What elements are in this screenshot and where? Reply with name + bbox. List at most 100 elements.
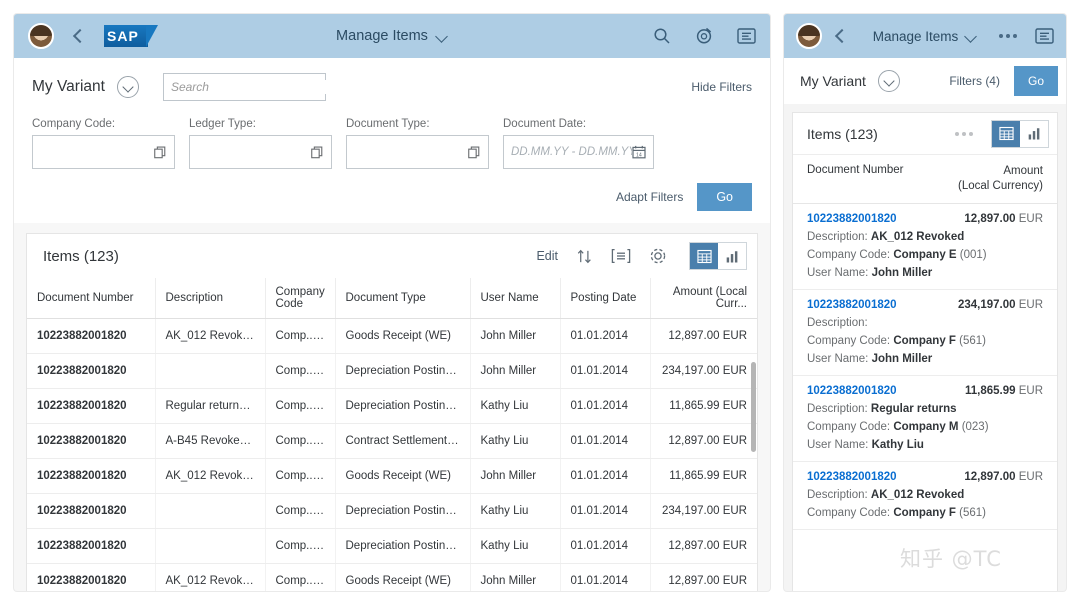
description-value: AK_012 Revoked — [870, 230, 965, 243]
search-field[interactable] — [162, 73, 328, 101]
cell-document-number[interactable]: 10223882001820 — [27, 353, 156, 389]
settings-gear-icon[interactable] — [649, 247, 667, 265]
table-row[interactable]: 10223882001820 Comp... (561) Depreciatio… — [27, 353, 757, 389]
description-value: Regular returns — [870, 402, 957, 415]
chevron-down-icon[interactable] — [966, 31, 977, 42]
avatar[interactable] — [28, 23, 54, 49]
value-help-icon[interactable] — [311, 146, 324, 159]
list-item-document-number[interactable]: 10223882001820 — [807, 299, 897, 311]
mobile-list-title: Items (123) — [807, 125, 878, 142]
list-item[interactable]: 10223882001820 12,897.00 EUR Description… — [793, 204, 1057, 290]
column-header-description[interactable]: Description — [155, 278, 266, 319]
company-code-input[interactable] — [32, 135, 175, 169]
list-item[interactable]: 10223882001820 11,865.99 EUR Description… — [793, 376, 1057, 462]
cell-document-number[interactable]: 10223882001820 — [27, 388, 156, 424]
chevron-down-icon[interactable] — [437, 31, 448, 42]
table-row[interactable]: 10223882001820 AK_012 Revoked Comp... (0… — [27, 458, 757, 494]
cell-document-number[interactable]: 10223882001820 — [27, 423, 156, 459]
chart-view-icon[interactable] — [1020, 120, 1048, 147]
column-header-document-type[interactable]: Document Type — [335, 278, 471, 319]
mobile-filters-link[interactable]: Filters (4) — [949, 74, 1000, 88]
list-item[interactable]: 10223882001820 12,897.00 EUR Description… — [793, 462, 1057, 530]
sort-icon[interactable] — [576, 248, 593, 265]
table-toolbar: Items (123) Edit — [27, 234, 757, 278]
overflow-list-icon[interactable] — [737, 28, 756, 44]
overflow-list-icon[interactable] — [1035, 28, 1054, 44]
variant-chevron-down-icon[interactable] — [116, 76, 139, 98]
overflow-dots-icon[interactable] — [999, 34, 1017, 38]
search-input[interactable] — [170, 80, 328, 94]
document-date-input[interactable]: DD.MM.YY - DD.MM.YY 14 — [503, 135, 654, 169]
column-header-document-number[interactable]: Document Number — [27, 278, 156, 319]
cell-document-number[interactable]: 10223882001820 — [27, 318, 156, 354]
cell-document-number[interactable]: 10223882001820 — [27, 528, 156, 564]
mobile-variant-label[interactable]: My Variant — [800, 73, 866, 89]
shell-title[interactable]: Manage Items — [336, 28, 428, 44]
value-help-icon[interactable] — [154, 146, 167, 159]
table-row[interactable]: 10223882001820 AK_012 Revoked Comp... (0… — [27, 563, 757, 591]
input-placeholder: DD.MM.YY - DD.MM.YY — [511, 146, 632, 158]
filter-bar-actions: Adapt Filters Go — [32, 169, 752, 223]
column-header-posting-date[interactable]: Posting Date — [560, 278, 651, 319]
chart-view-icon[interactable] — [718, 243, 746, 269]
overflow-dots-icon[interactable] — [955, 131, 973, 136]
filter-bar-top-row: My Variant Hide Filters — [32, 68, 752, 106]
value-help-icon[interactable] — [468, 146, 481, 159]
back-navigation-icon[interactable] — [832, 28, 848, 44]
group-icon[interactable] — [611, 248, 631, 264]
cell-posting-date: 01.01.2014 — [560, 493, 651, 529]
adapt-filters-link[interactable]: Adapt Filters — [616, 190, 683, 204]
list-item-document-number[interactable]: 10223882001820 — [807, 471, 897, 483]
cell-description — [155, 528, 266, 564]
list-item-description: Description: AK_012 Revoked — [807, 489, 1043, 501]
list-item-amount: 12,897.00 EUR — [964, 213, 1043, 225]
cell-document-type: Depreciation Posting ... — [335, 493, 471, 529]
search-icon[interactable] — [653, 27, 671, 45]
table-row[interactable]: 10223882001820 Comp... (561) Depreciatio… — [27, 493, 757, 529]
cell-document-number[interactable]: 10223882001820 — [27, 493, 156, 529]
column-header-user-name[interactable]: User Name — [470, 278, 561, 319]
calendar-icon[interactable]: 14 — [632, 145, 646, 159]
table-view-icon[interactable] — [992, 120, 1020, 147]
table-row[interactable]: 10223882001820 Comp... (001) Depreciatio… — [27, 528, 757, 564]
sap-logo[interactable]: SAP — [104, 25, 158, 47]
target-group-icon[interactable] — [695, 27, 713, 45]
company-code-value: Company F — [893, 506, 956, 519]
list-item-user-name: User Name: John Miller — [807, 353, 1043, 365]
table-row[interactable]: 10223882001820 AK_012 Revoked Comp... (0… — [27, 318, 757, 354]
document-type-input[interactable] — [346, 135, 489, 169]
filter-field-document-date: Document Date: DD.MM.YY - DD.MM.YY 14 — [503, 118, 654, 169]
description-label: Description: — [807, 488, 868, 501]
column-header-company-code[interactable]: Company Code — [265, 278, 336, 319]
cell-document-type: Goods Receipt (WE) — [335, 563, 471, 591]
go-button[interactable]: Go — [697, 183, 752, 211]
cell-company-code: Comp... (561) — [265, 493, 336, 529]
mobile-go-button[interactable]: Go — [1013, 66, 1058, 96]
company-code-label: Company Code: — [807, 334, 891, 347]
table-row[interactable]: 10223882001820 Regular returns ... Comp.… — [27, 388, 757, 424]
hide-filters-link[interactable]: Hide Filters — [691, 80, 752, 94]
cell-document-number[interactable]: 10223882001820 — [27, 458, 156, 494]
table-vertical-scrollbar[interactable] — [751, 362, 756, 452]
column-header-amount[interactable]: Amount (Local Curr... — [650, 278, 757, 319]
edit-button[interactable]: Edit — [536, 249, 558, 263]
list-item-header: 10223882001820 11,865.99 EUR — [807, 385, 1043, 397]
mobile-variant-chevron-down-icon[interactable] — [877, 70, 900, 92]
table-row[interactable]: 10223882001820 A-B45 Revoked ... Comp...… — [27, 423, 757, 459]
back-navigation-icon[interactable] — [70, 28, 86, 44]
variant-selector-label[interactable]: My Variant — [32, 78, 105, 96]
cell-document-type: Contract Settlement (... — [335, 423, 471, 459]
mobile-shell-title[interactable]: Manage Items — [873, 29, 959, 44]
list-item-document-number[interactable]: 10223882001820 — [807, 385, 897, 397]
table-view-icon[interactable] — [690, 243, 718, 269]
avatar[interactable] — [796, 23, 822, 49]
filter-label: Ledger Type: — [189, 118, 256, 130]
ledger-type-input[interactable] — [189, 135, 332, 169]
filter-field-ledger-type: Ledger Type: — [189, 118, 332, 169]
cell-document-number[interactable]: 10223882001820 — [27, 563, 156, 591]
cell-user-name: John Miller — [470, 353, 561, 389]
user-name-label: User Name: — [807, 438, 869, 451]
list-item[interactable]: 10223882001820 234,197.00 EUR Descriptio… — [793, 290, 1057, 376]
watermark: 知乎 @TC — [900, 547, 1002, 571]
list-item-document-number[interactable]: 10223882001820 — [807, 213, 897, 225]
